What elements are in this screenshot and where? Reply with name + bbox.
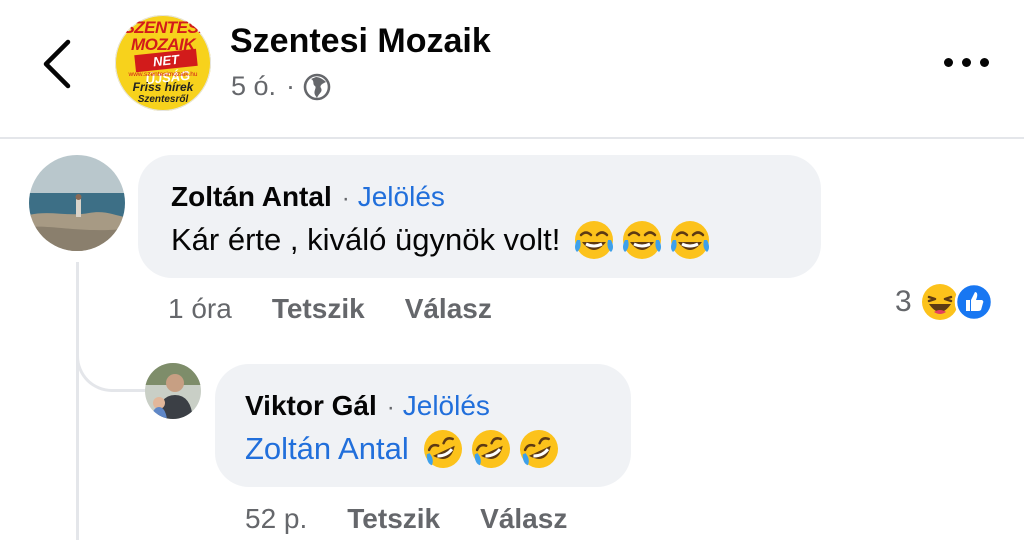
reply-button[interactable]: Válasz [480, 503, 567, 535]
comment-author[interactable]: Zoltán Antal [171, 181, 332, 213]
tears-of-joy-emoji [671, 221, 710, 259]
post-header: SZENTESI MOZAIK NET ÚJSÁG www.szentesimo… [0, 0, 1024, 138]
reply-header: Viktor Gál · Jelölés [245, 390, 490, 422]
header-divider [0, 137, 1024, 139]
post-meta: 5 ó. · [231, 71, 331, 102]
reaction-summary[interactable]: 3 [895, 282, 994, 322]
comment-time[interactable]: 1 óra [168, 293, 232, 325]
rofl-emoji [423, 430, 462, 468]
more-dot [944, 58, 953, 67]
author-separator: · [386, 394, 395, 421]
reply-bubble[interactable]: Viktor Gál · Jelölés Zoltán Antal [215, 364, 631, 487]
like-button[interactable]: Tetszik [272, 293, 365, 325]
tears-of-joy-emoji [623, 221, 662, 259]
rofl-emoji [519, 430, 558, 468]
reply-connector [76, 300, 146, 392]
author-separator: · [341, 185, 350, 212]
tears-of-joy-emoji [575, 221, 614, 259]
logo-line-4: www.szentesimozaik.hu [128, 71, 198, 78]
rofl-emoji [471, 430, 510, 468]
comment-header: Zoltán Antal · Jelölés [171, 181, 445, 213]
reaction-count: 3 [895, 285, 912, 318]
reply-author[interactable]: Viktor Gál [245, 390, 377, 422]
comment-bubble[interactable]: Zoltán Antal · Jelölés Kár érte , kiváló… [138, 155, 821, 278]
reply-time[interactable]: 52 p. [245, 503, 307, 535]
page-name[interactable]: Szentesi Mozaik [230, 22, 491, 61]
tag-link[interactable]: Jelölés [358, 181, 445, 213]
logo-line-5: Friss hírek [132, 80, 194, 94]
post-age[interactable]: 5 ó. [231, 71, 276, 102]
reply-button[interactable]: Válasz [405, 293, 492, 325]
reply-text: Zoltán Antal [245, 427, 561, 471]
like-reaction-icon [954, 282, 993, 322]
commenter-avatar[interactable] [29, 155, 125, 251]
chevron-left-icon[interactable] [38, 38, 78, 90]
meta-separator: · [286, 71, 296, 101]
reply-author-avatar[interactable] [145, 363, 201, 419]
comment-body: Kár érte , kiváló ügynök volt! [171, 222, 561, 257]
reply-actions: 52 p. Tetszik Válasz [245, 503, 567, 535]
like-button[interactable]: Tetszik [347, 503, 440, 535]
comment-text: Kár érte , kiváló ügynök volt! [171, 218, 712, 262]
more-dot [980, 58, 989, 67]
logo-line-6: Szentesről [137, 94, 189, 105]
globe-icon [303, 73, 331, 100]
mention-link[interactable]: Zoltán Antal [245, 431, 409, 467]
page-avatar[interactable]: SZENTESI MOZAIK NET ÚJSÁG www.szentesimo… [115, 15, 211, 111]
more-options-button[interactable] [942, 50, 992, 74]
more-dot [962, 58, 971, 67]
comment-actions: 1 óra Tetszik Válasz [168, 293, 492, 325]
tag-link[interactable]: Jelölés [403, 390, 490, 422]
